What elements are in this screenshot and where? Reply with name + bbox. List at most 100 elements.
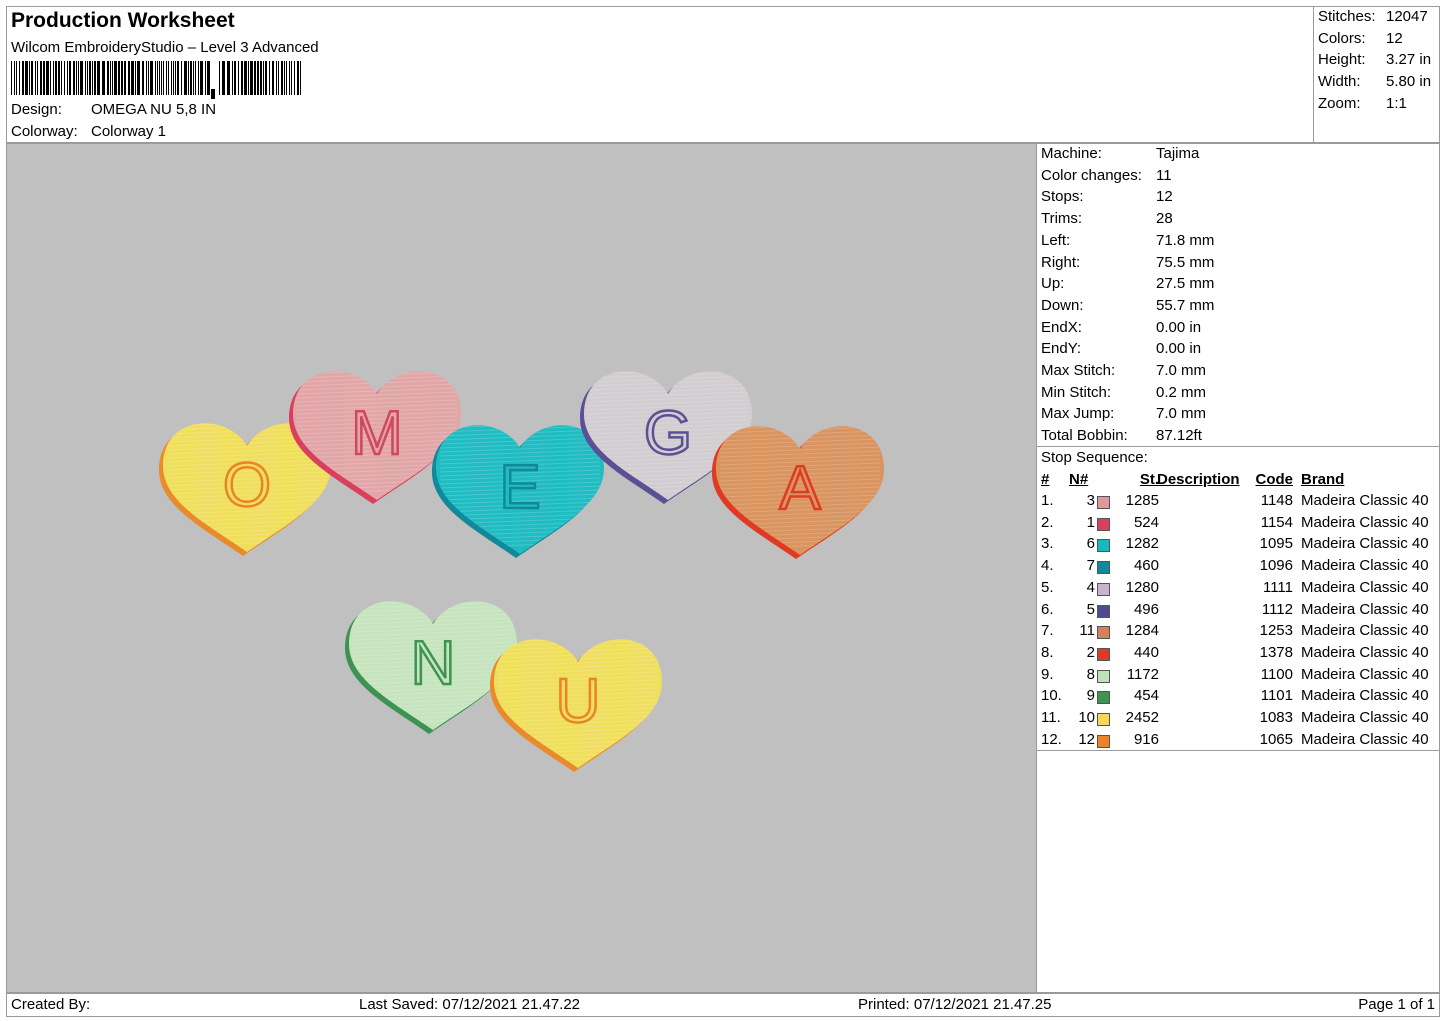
needle-number: 11 [1079,622,1095,640]
barcode-bar [200,61,203,95]
stat-colors: Colors: 12 [1318,30,1403,47]
stat-width: Width: 5.80 in [1318,73,1432,90]
barcode-bar [92,61,93,95]
machine-prop-label: Up: [1041,275,1065,293]
barcode-bar [80,61,83,95]
barcode-bar [294,61,295,95]
barcode-bar [190,61,192,95]
thread-code: 1253 [1259,622,1293,640]
machine-prop-value: 27.5 mm [1156,275,1215,293]
thread-code: 1100 [1260,665,1293,683]
barcode-bar [248,61,249,95]
barcode-bar [53,61,54,95]
barcode-bar [29,61,30,95]
stitch-count: 2452 [1125,709,1159,726]
barcode-bar [254,61,256,95]
barcode-bar [281,61,283,95]
stop-index: 1. [1041,492,1054,509]
barcode-bar [207,61,210,95]
machine-prop-label: EndY: [1041,340,1082,358]
stitch-line [296,371,458,375]
worksheet-footer: Created By: Last Saved: 07/12/2021 21.47… [6,993,1440,1017]
stitch-count: 1280 [1125,578,1159,596]
machine-prop-row: Min Stitch: 0.2 mm [1041,384,1206,401]
stitch-line [497,639,659,643]
needle-number: 4 [1086,578,1095,596]
machine-prop-value: 12 [1156,188,1173,206]
machine-prop-row: Machine: Tajima [1041,145,1199,162]
thread-code: 1083 [1259,709,1293,726]
design-label: Design: [11,101,62,118]
stop-row: 10. 9 454 1101 Madeira Classic 40 [1037,687,1439,709]
barcode-bar [67,61,68,95]
barcode-bar [175,61,176,95]
barcode-bar [110,61,111,95]
barcode-bar [157,61,158,95]
stop-index: 2. [1041,513,1054,531]
embroidery-design: O M E G A N U [159,371,884,772]
thread-brand: Madeira Classic 40 [1301,687,1429,705]
barcode-bar [142,61,144,95]
barcode-bar [205,61,206,95]
col-code: Code [1255,471,1294,488]
machine-prop-label: Stops: [1041,188,1084,206]
machine-prop-row: Stops: 12 [1041,188,1173,205]
stop-index: 6. [1041,600,1054,618]
barcode-bar [289,61,290,95]
divider [1037,446,1439,447]
barcode-bar [269,61,270,95]
heart-letter: G [644,399,692,468]
stop-row: 8. 2 440 1378 Madeira Classic 40 [1037,644,1439,666]
barcode-bar [278,61,279,95]
barcode-bar [94,61,96,95]
machine-prop-row: Total Bobbin: 87.12ft [1041,427,1202,444]
barcode-bar [64,61,65,95]
machine-prop-row: EndX: 0.00 in [1041,319,1201,336]
heart-a: A [712,426,884,559]
machine-prop-row: Max Stitch: 7.0 mm [1041,362,1206,379]
stitch-count: 454 [1133,687,1159,705]
machine-prop-label: Total Bobbin: [1041,427,1128,445]
barcode-bar [89,61,91,95]
col-index: # [1041,471,1050,488]
thread-color-swatch [1097,734,1110,748]
design-stats: Stitches: 12047 Colors: 12 Height: 3.27 in … [1313,6,1440,143]
stitch-count: 1284 [1125,622,1159,640]
barcode-bar [166,61,167,95]
barcode-bar [150,61,153,95]
barcode-bar [85,61,86,95]
thread-color-swatch [1097,647,1110,661]
machine-prop-value: 75.5 mm [1156,253,1215,271]
barcode-bar [78,61,79,95]
stitch-line [352,601,514,605]
thread-color-swatch [1097,626,1110,640]
stitch-count: 496 [1133,600,1159,618]
col-stitches: St. [1139,471,1159,488]
machine-prop-value: 11 [1156,166,1172,184]
barcode-bar [195,61,196,95]
barcode-bar [87,61,88,95]
machine-prop-label: Machine: [1041,145,1102,162]
barcode-bar [19,61,20,95]
barcode-bar [124,61,126,95]
machine-info-panel: Machine: Tajima Color changes: 11 Stops: 12 Tr… [1036,143,1440,993]
barcode-bar [61,61,62,95]
machine-prop-label: Color changes: [1041,166,1142,184]
stitch-count: 524 [1133,513,1159,531]
stop-index: 11. [1041,709,1061,726]
barcode-bar [58,61,60,95]
barcode-bar [284,61,285,95]
thread-brand: Madeira Classic 40 [1301,492,1429,509]
barcode-bar [265,61,267,95]
machine-prop-value: 0.00 in [1156,318,1202,336]
thread-brand: Madeira Classic 40 [1301,578,1429,596]
needle-number: 10 [1078,709,1095,726]
barcode-bar [173,61,174,95]
machine-prop-label: Left: [1041,231,1071,249]
barcode-bar [137,61,140,95]
barcode [11,61,301,99]
barcode-bar [276,61,277,95]
barcode-bar [43,61,45,95]
barcode-bar [297,61,299,95]
barcode-bar [257,61,259,95]
